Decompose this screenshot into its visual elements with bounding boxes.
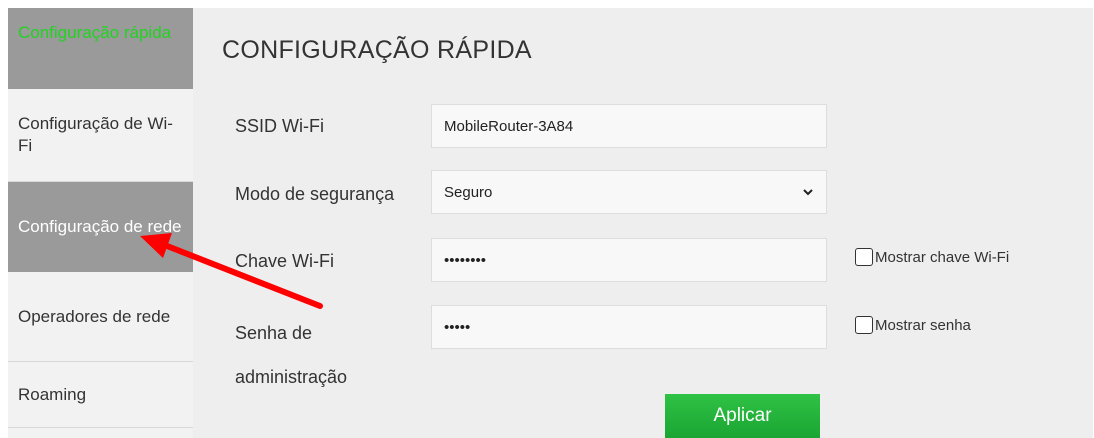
- sidebar-item-operadores-rede[interactable]: Operadores de rede: [8, 272, 193, 362]
- sidebar-item-configuracao-rede[interactable]: Configuração de rede: [8, 182, 193, 272]
- admin-password-input[interactable]: •••••: [431, 305, 827, 349]
- chevron-down-icon: [803, 189, 813, 196]
- apply-button[interactable]: Aplicar: [665, 394, 820, 438]
- show-wifi-key-checkbox[interactable]: [855, 248, 873, 266]
- wifi-key-label: Chave Wi-Fi: [235, 251, 335, 271]
- show-wifi-key-label: Mostrar chave Wi-Fi: [875, 248, 1010, 266]
- sidebar-item-roaming[interactable]: Roaming: [8, 362, 193, 428]
- admin-password-label: Senha de administração: [235, 323, 348, 387]
- sidebar-item-label: Operadores de rede: [18, 306, 171, 326]
- ssid-value: MobileRouter-3A84: [444, 117, 574, 135]
- admin-password-value: •••••: [444, 318, 471, 336]
- sidebar-item-configuracao-rapida[interactable]: Configuração rápida: [8, 8, 193, 89]
- security-mode-value: Seguro: [444, 183, 493, 201]
- wifi-key-value: ••••••••: [444, 251, 487, 269]
- show-password-label: Mostrar senha: [875, 316, 971, 334]
- show-wifi-key-option[interactable]: Mostrar chave Wi-Fi: [855, 248, 1009, 266]
- page-title: CONFIGURAÇÃO RÁPIDA: [222, 36, 532, 64]
- sidebar-item-label: Configuração de Wi-Fi: [18, 114, 173, 155]
- security-mode-label: Modo de segurança: [235, 184, 395, 204]
- ssid-input[interactable]: MobileRouter-3A84: [431, 104, 827, 148]
- sidebar-item-label: Configuração rápida: [18, 23, 172, 42]
- sidebar: Configuração rápida Configuração de Wi-F…: [8, 8, 193, 438]
- show-password-option[interactable]: Mostrar senha: [855, 316, 971, 334]
- security-mode-select[interactable]: Seguro: [431, 170, 827, 214]
- ssid-label: SSID Wi-Fi: [235, 116, 324, 136]
- wifi-key-input[interactable]: ••••••••: [431, 238, 827, 282]
- show-password-checkbox[interactable]: [855, 316, 873, 334]
- sidebar-item-configuracao-wifi[interactable]: Configuração de Wi-Fi: [8, 89, 193, 182]
- sidebar-item-label: Roaming: [18, 384, 87, 404]
- sidebar-item-label: Configuração de rede: [18, 217, 182, 236]
- main-panel: CONFIGURAÇÃO RÁPIDA SSID Wi-Fi MobileRou…: [193, 8, 1093, 438]
